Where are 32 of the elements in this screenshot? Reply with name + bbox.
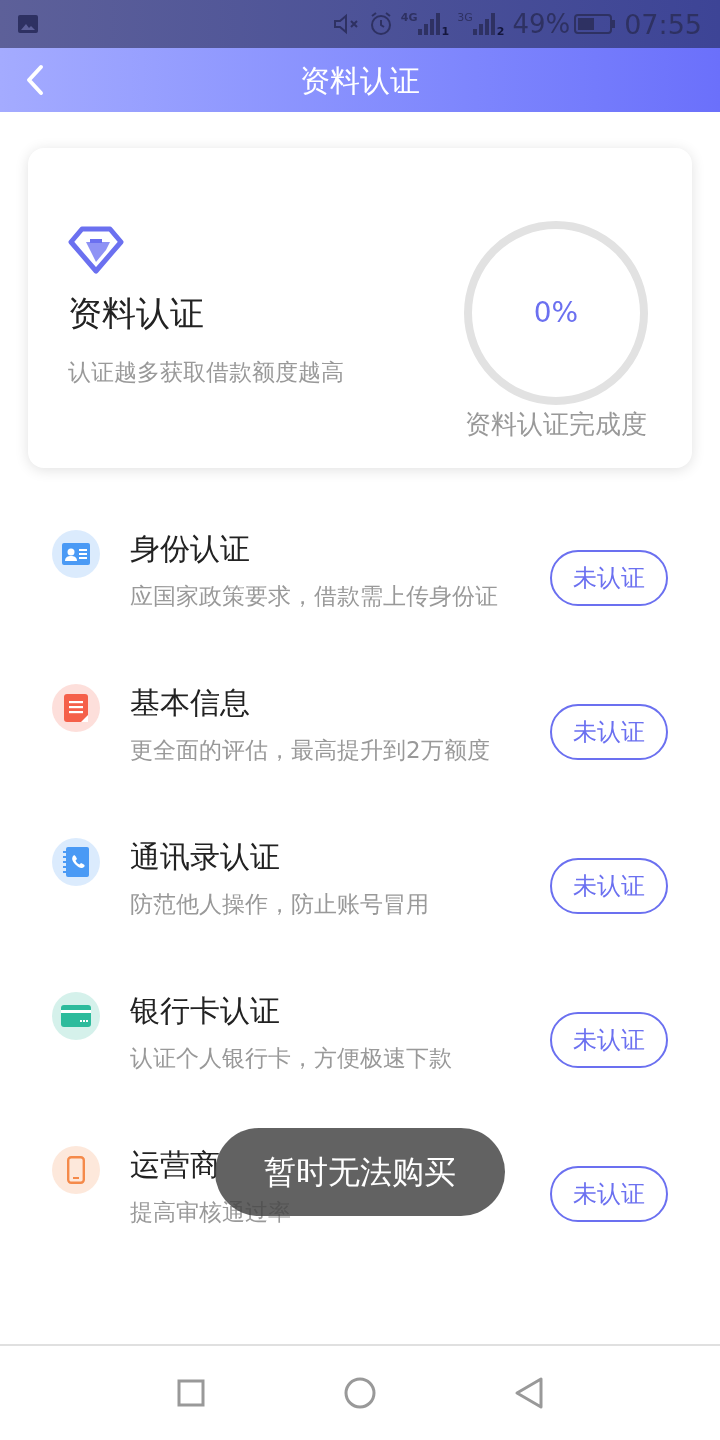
alarm-clock-icon (368, 12, 393, 36)
progress-percent: 0% (533, 294, 579, 331)
verify-button[interactable]: 未认证 (550, 858, 668, 914)
battery-icon (574, 14, 617, 34)
item-title: 身份认证 (130, 530, 250, 568)
item-title: 基本信息 (130, 684, 250, 722)
card-title: 资料认证 (68, 292, 205, 336)
verify-button[interactable]: 未认证 (550, 550, 668, 606)
diamond-icon (68, 226, 124, 275)
item-description: 认证个人银行卡，方便极速下款 (130, 1044, 452, 1073)
progress-label: 资料认证完成度 (465, 407, 647, 441)
toast-message: 暂时无法购买 (264, 1152, 456, 1193)
item-title: 通讯录认证 (130, 838, 280, 876)
verify-button[interactable]: 未认证 (550, 1012, 668, 1068)
back-icon[interactable] (513, 1376, 545, 1410)
recents-icon[interactable] (175, 1377, 207, 1409)
signal-icon (417, 13, 442, 35)
item-title: 银行卡认证 (130, 992, 280, 1030)
page-title: 资料认证 (300, 61, 420, 100)
item-description: 更全面的评估，最高提升到2万额度 (130, 736, 490, 765)
chevron-left-icon (26, 64, 44, 96)
item-description: 防范他人操作，防止账号冒用 (130, 890, 429, 919)
card-subtitle: 认证越多获取借款额度越高 (68, 358, 345, 388)
sim-number: 1 (441, 23, 450, 40)
verify-button[interactable]: 未认证 (550, 704, 668, 760)
verify-button[interactable]: 未认证 (550, 1166, 668, 1222)
sim-number: 2 (496, 23, 505, 40)
item-description: 应国家政策要求，借款需上传身份证 (130, 582, 498, 611)
signal-icon (472, 13, 497, 35)
muted-speaker-icon (332, 13, 361, 35)
image-icon (18, 15, 38, 33)
home-icon[interactable] (343, 1376, 377, 1410)
